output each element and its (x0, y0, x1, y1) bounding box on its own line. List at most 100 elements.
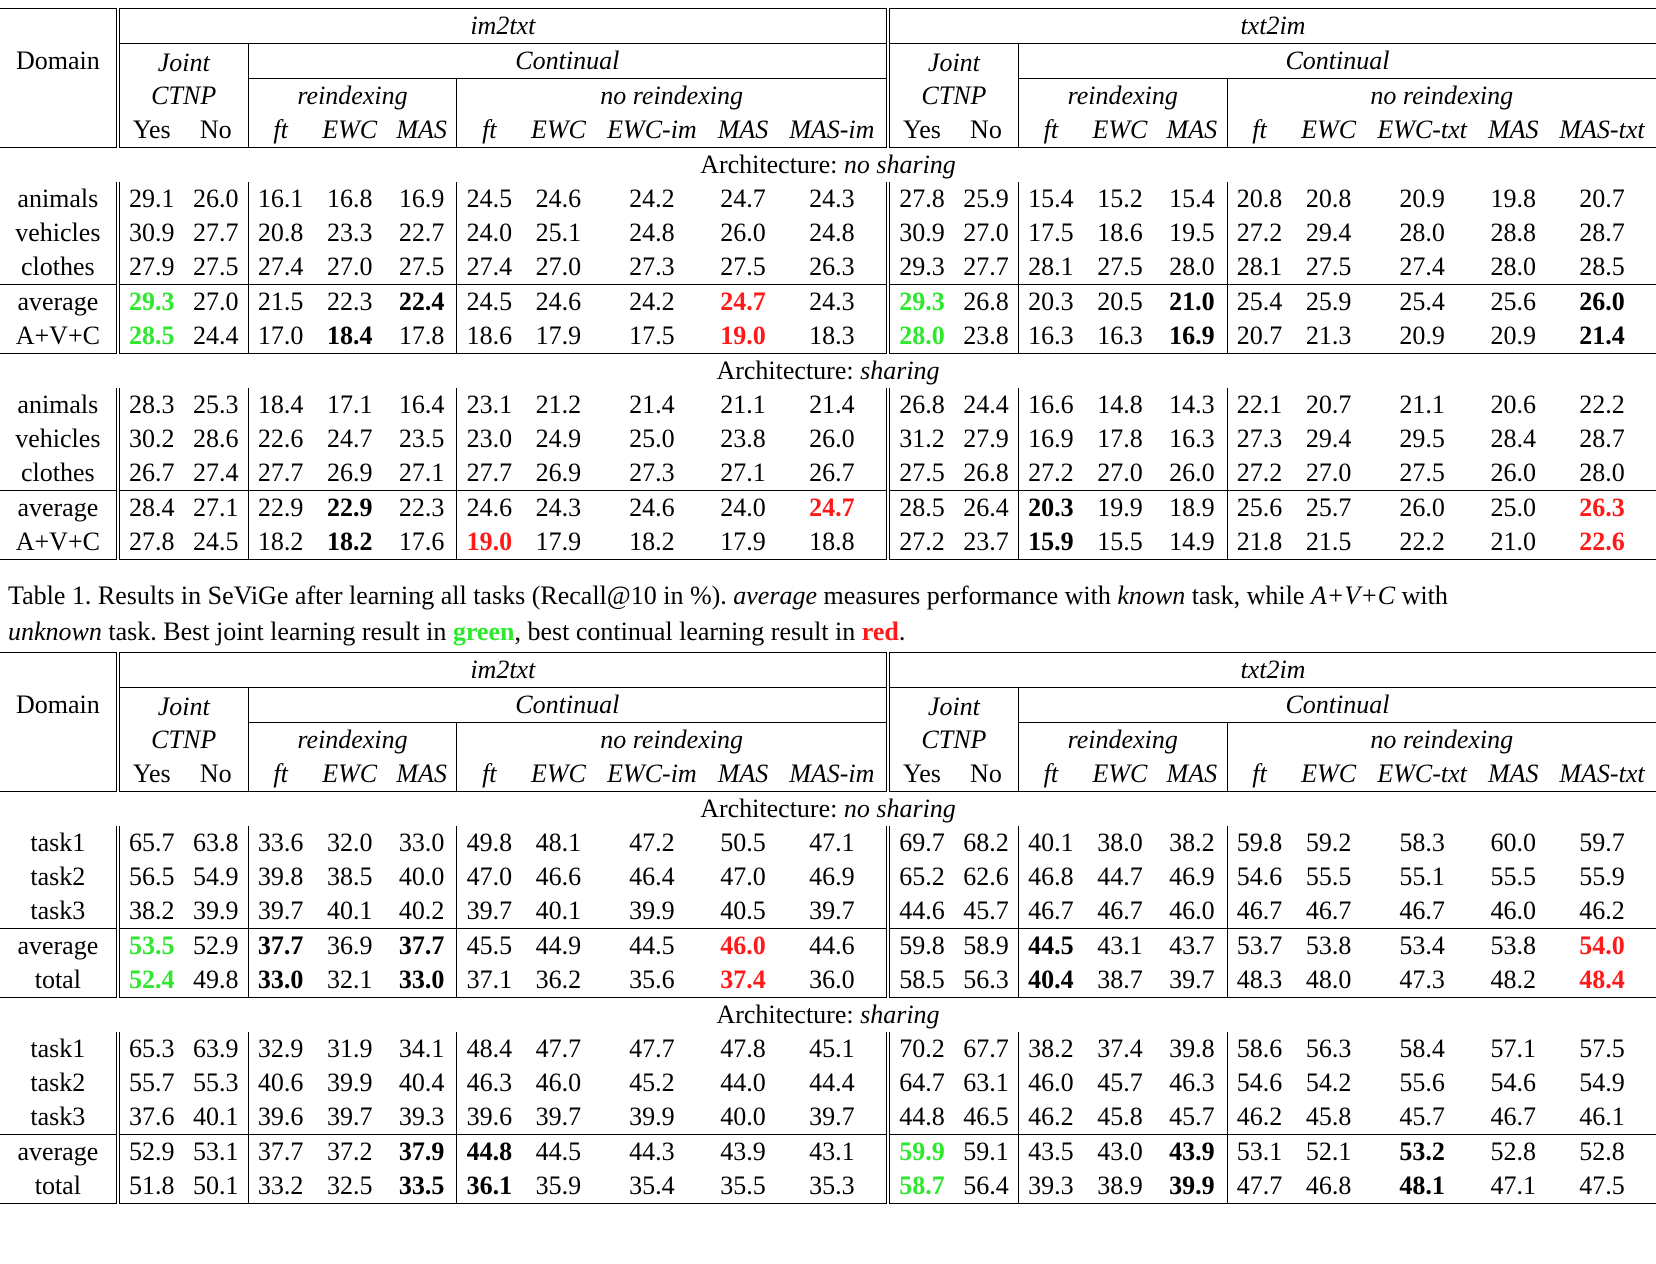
table-cell: 27.5 (192, 252, 239, 281)
table-cell: 20.9 (1490, 321, 1536, 350)
table-cell: 27.2 (1226, 456, 1292, 491)
table-cell: 28.1 (1226, 250, 1292, 285)
table-cell: 27.0 (1097, 458, 1143, 487)
table-cell: 23.8 (963, 321, 1009, 350)
table-cell: 25.4 (1226, 284, 1292, 319)
table-cell: 20.9 (1399, 184, 1445, 213)
table-cell: 46.9 (1169, 862, 1215, 891)
table-cell: 15.4 (1169, 184, 1215, 213)
table-cell: 26.3 (809, 252, 855, 281)
column-header: MAS (1487, 759, 1539, 788)
table-cell: 24.0 (708, 490, 778, 525)
table-cell: 19.0 (456, 525, 522, 560)
table-cell: 44.9 (521, 928, 596, 963)
column-header: EWC-im (607, 115, 697, 144)
table-cell: 54.2 (1305, 1068, 1352, 1097)
table-cell: 46.7 (1399, 896, 1445, 925)
domain-header: Domain (15, 46, 100, 75)
table-cell: 28.8 (1490, 218, 1536, 247)
table-cell: 44.5 (521, 1134, 596, 1169)
table-cell: 32.1 (326, 965, 373, 994)
caption-text: , best continual learning result in (514, 617, 862, 646)
table-cell: 48.4 (1579, 965, 1625, 994)
table-cell: 58.9 (953, 928, 1019, 963)
table-cell: 28.3 (115, 388, 184, 422)
table-cell: 22.3 (386, 490, 457, 525)
table-cell: 21.4 (629, 390, 675, 419)
table-cell: 15.5 (1097, 527, 1143, 556)
row-label: A+V+C (15, 321, 100, 350)
table-cell: 26.9 (535, 458, 582, 487)
column-header: Yes (115, 757, 184, 792)
column-header: MAS (717, 115, 769, 144)
table-cell: 29.3 (885, 250, 954, 285)
table-cell: 14.8 (1097, 390, 1143, 419)
table-cell: 25.0 (629, 424, 675, 453)
table-cell: 28.5 (885, 490, 954, 525)
table-cell: 20.7 (1226, 319, 1292, 354)
table-cell: 36.1 (456, 1169, 522, 1204)
table-cell: 39.6 (456, 1100, 522, 1135)
table-cell: 27.4 (192, 458, 239, 487)
column-header: EWC (322, 759, 378, 788)
table-cell: 52.8 (1478, 1134, 1548, 1169)
table-cell: 37.7 (247, 1134, 313, 1169)
column-header: No (199, 759, 232, 788)
row-label: task2 (30, 862, 86, 891)
reindexing-header: reindexing (1017, 722, 1228, 757)
table-cell: 21.3 (1305, 321, 1352, 350)
summary-row: A+V+C 28.5 24.4 17.0 18.4 17.8 18.6 17.9 17.5 19.… (0, 319, 1656, 354)
table-cell: 20.7 (1305, 390, 1352, 419)
table-cell: 22.7 (398, 218, 445, 247)
table-cell: 35.6 (629, 965, 675, 994)
table-cell: 17.6 (398, 527, 445, 556)
table-row: vehicles 30.9 27.7 20.8 23.3 22.7 24.0 25.1 24.8… (0, 216, 1656, 250)
column-header: Yes (885, 113, 954, 148)
table-cell: 25.7 (1291, 490, 1366, 525)
summary-row: total 52.4 49.8 33.0 32.1 33.0 37.1 36.2 35.6 37.… (0, 963, 1656, 998)
table-cell: 48.0 (1305, 965, 1352, 994)
column-header: EWC-txt (1377, 115, 1467, 144)
continual-header: Continual (1017, 43, 1656, 79)
row-label: clothes (21, 252, 95, 281)
table-cell: 57.5 (1579, 1034, 1625, 1063)
row-label: task1 (30, 1034, 86, 1063)
table-cell: 27.0 (1305, 458, 1352, 487)
table-cell: 27.5 (1305, 252, 1352, 281)
table-cell: 39.3 (1017, 1169, 1083, 1204)
table-cell: 68.2 (963, 828, 1009, 857)
table-cell: 44.4 (809, 1068, 855, 1097)
table-cell: 36.9 (312, 928, 387, 963)
table-cell: 22.3 (312, 284, 387, 319)
table-cell: 43.5 (1017, 1134, 1083, 1169)
table-cell: 44.8 (456, 1134, 522, 1169)
table-cell: 46.0 (535, 1068, 582, 1097)
table-cell: 40.0 (720, 1102, 766, 1131)
summary-row: A+V+C 27.8 24.5 18.2 18.2 17.6 19.0 17.9 18.2 17.… (0, 525, 1656, 560)
table-cell: 38.2 (1169, 828, 1215, 857)
table-cell: 29.5 (1399, 424, 1445, 453)
table-cell: 26.8 (963, 458, 1009, 487)
table-cell: 52.9 (183, 928, 249, 963)
table-cell: 33.0 (247, 963, 313, 998)
table-cell: 21.4 (809, 390, 855, 419)
table-row: vehicles 30.2 28.6 22.6 24.7 23.5 23.0 24.9 25.0… (0, 422, 1656, 456)
table-cell: 46.4 (629, 862, 675, 891)
table-cell: 47.7 (629, 1034, 675, 1063)
column-header: MAS (396, 115, 447, 144)
caption-text: task, while (1185, 581, 1311, 610)
table-cell: 27.8 (885, 182, 954, 216)
reindexing-header: reindexing (247, 722, 457, 757)
table-cell: 18.8 (809, 527, 855, 556)
table-cell: 44.6 (885, 894, 954, 929)
table-cell: 44.5 (595, 928, 709, 963)
table-cell: 27.1 (183, 490, 249, 525)
table-cell: 48.2 (1490, 965, 1536, 994)
row-label: task1 (30, 828, 86, 857)
table-cell: 27.5 (1399, 458, 1445, 487)
table-cell: 28.0 (1490, 252, 1536, 281)
column-header: MAS (1166, 115, 1218, 144)
continual-header: Continual (247, 43, 888, 79)
table-cell: 18.2 (629, 527, 675, 556)
table-cell: 21.1 (720, 390, 766, 419)
